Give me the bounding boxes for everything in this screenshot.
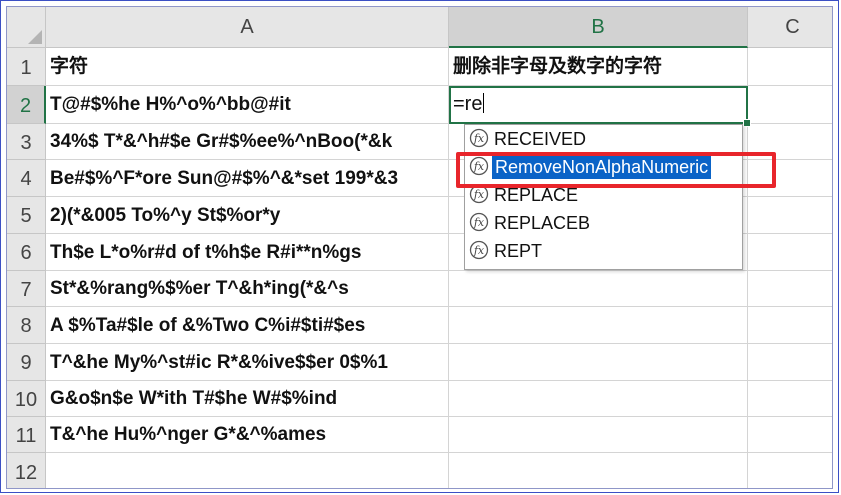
cell-a1[interactable]: 字符 <box>46 48 449 86</box>
autocomplete-label: REPLACEB <box>494 213 591 233</box>
cell-b10[interactable] <box>449 381 748 417</box>
cell-a7[interactable]: St*&%rang%$%er T^&h*ing(*&^s <box>46 271 449 307</box>
cell-a10[interactable]: G&o$n$e W*ith T#$he W#$%ind <box>46 381 449 417</box>
column-header-c[interactable]: C <box>748 7 832 48</box>
cell-c6[interactable] <box>748 234 832 271</box>
autocomplete-item-received[interactable]: fx RECEIVED <box>468 127 740 151</box>
cell-b12[interactable] <box>449 453 748 488</box>
function-icon: fx <box>469 212 489 232</box>
cell-a3[interactable]: 34%$ T*&^h#$e Gr#$%ee%^nBoo(*&k <box>46 124 449 160</box>
autocomplete-list[interactable]: fx RECEIVED fx RemoveNonAlphaNumeric fx … <box>464 124 743 270</box>
cell-c1[interactable] <box>748 48 832 86</box>
row-header-2[interactable]: 2 <box>7 86 46 124</box>
fill-handle[interactable] <box>743 119 751 127</box>
select-all-triangle-icon <box>28 30 42 44</box>
row-header-8[interactable]: 8 <box>7 307 46 344</box>
column-header-a[interactable]: A <box>46 7 449 48</box>
spreadsheet: A B C 1 字符 删除非字母及数字的字符 2 T@#$%he H%^o%^bb@#i… <box>7 7 832 488</box>
svg-text:fx: fx <box>473 216 485 229</box>
autocomplete-item-replaceb[interactable]: fx REPLACEB <box>468 211 740 235</box>
select-all-button[interactable] <box>7 7 46 48</box>
cell-a6[interactable]: Th$e L*o%r#d of t%h$e R#i**n%gs <box>46 234 449 271</box>
row-header-11[interactable]: 11 <box>7 417 46 453</box>
function-icon: fx <box>469 240 489 260</box>
cell-a2[interactable]: T@#$%he H%^o%^bb@#it <box>46 86 449 124</box>
row-header-10[interactable]: 10 <box>7 381 46 417</box>
cell-c5[interactable] <box>748 197 832 234</box>
svg-text:fx: fx <box>473 188 485 201</box>
row-header-12[interactable]: 12 <box>7 453 46 488</box>
annotation-highlight-box <box>456 152 776 188</box>
cell-c11[interactable] <box>748 417 832 453</box>
text-caret <box>483 93 485 113</box>
cell-c2[interactable] <box>748 86 832 124</box>
active-cell-outline <box>449 86 751 127</box>
cell-b11[interactable] <box>449 417 748 453</box>
cell-b1[interactable]: 删除非字母及数字的字符 <box>449 48 748 86</box>
cell-a12[interactable] <box>46 453 449 488</box>
cell-a11[interactable]: T&^he Hu%^nger G*&^%ames <box>46 417 449 453</box>
cell-c7[interactable] <box>748 271 832 307</box>
svg-text:fx: fx <box>473 244 485 257</box>
function-icon: fx <box>469 128 489 148</box>
cell-c12[interactable] <box>748 453 832 488</box>
row-header-1[interactable]: 1 <box>7 48 46 86</box>
row-header-7[interactable]: 7 <box>7 271 46 307</box>
cell-a8[interactable]: A $%Ta#$le of &%Two C%i#$ti#$es <box>46 307 449 344</box>
edit-value: =re <box>453 93 483 115</box>
cell-c9[interactable] <box>748 344 832 381</box>
row-header-5[interactable]: 5 <box>7 197 46 234</box>
cell-b8[interactable] <box>449 307 748 344</box>
cell-c8[interactable] <box>748 307 832 344</box>
column-header-b[interactable]: B <box>449 7 748 48</box>
cell-a5[interactable]: 2)(*&005 To%^y St$%or*y <box>46 197 449 234</box>
cell-edit-text[interactable]: =re <box>453 93 485 116</box>
svg-text:fx: fx <box>473 132 485 145</box>
cell-c10[interactable] <box>748 381 832 417</box>
autocomplete-item-rept[interactable]: fx REPT <box>468 239 740 263</box>
row-header-9[interactable]: 9 <box>7 344 46 381</box>
autocomplete-label: RECEIVED <box>494 129 587 149</box>
row-header-6[interactable]: 6 <box>7 234 46 271</box>
autocomplete-label: REPT <box>494 241 543 261</box>
row-header-4[interactable]: 4 <box>7 160 46 197</box>
cell-a4[interactable]: Be#$%^F*ore Sun@#$%^&*set 199*&3 <box>46 160 449 197</box>
cell-a9[interactable]: T^&he My%^st#ic R*&%ive$$er 0$%1 <box>46 344 449 381</box>
row-header-3[interactable]: 3 <box>7 124 46 160</box>
cell-b7[interactable] <box>449 271 748 307</box>
cell-b9[interactable] <box>449 344 748 381</box>
